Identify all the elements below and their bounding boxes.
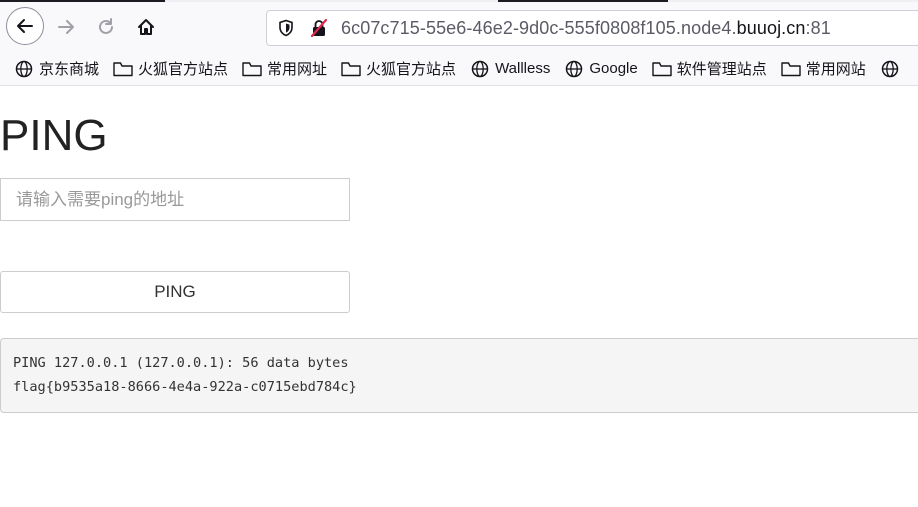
home-icon — [138, 19, 154, 35]
bookmark-label: 京东商城 — [39, 61, 100, 78]
ping-button[interactable]: PING — [0, 271, 350, 313]
bookmark-folder[interactable]: 常用网站 — [781, 58, 866, 79]
output-line: PING 127.0.0.1 (127.0.0.1): 56 data byte… — [13, 355, 349, 371]
bookmark-item[interactable]: Google — [564, 59, 638, 79]
bookmark-folder[interactable]: 软件管理站点 — [652, 58, 767, 79]
page-title: PING — [0, 111, 108, 160]
bookmark-item[interactable]: 京东商城 — [14, 58, 99, 79]
bookmark-item[interactable] — [880, 59, 905, 79]
globe-icon — [880, 59, 900, 79]
bookmark-item[interactable]: Wallless — [470, 59, 550, 79]
folder-icon — [341, 59, 361, 79]
bookmark-folder[interactable]: 常用网址 — [242, 58, 327, 79]
folder-icon — [652, 59, 672, 79]
arrow-left-icon — [17, 19, 33, 33]
bookmark-label: 常用网址 — [267, 61, 328, 78]
address-bar[interactable]: 6c07c715-55e6-46e2-9d0c-555f0808f105.nod… — [266, 10, 918, 46]
url-port: :81 — [805, 17, 831, 38]
arrow-right-icon — [58, 20, 74, 34]
bookmark-folder[interactable]: 火狐官方站点 — [113, 58, 228, 79]
bookmark-label: Wallless — [495, 60, 551, 77]
back-button[interactable] — [6, 7, 44, 45]
globe-icon — [564, 59, 584, 79]
folder-icon — [242, 59, 262, 79]
ping-output: PING 127.0.0.1 (127.0.0.1): 56 data byte… — [0, 338, 918, 413]
insecure-lock-icon[interactable] — [309, 18, 329, 38]
bookmark-label: Google — [589, 60, 638, 77]
url-prefix: 6c07c715-55e6-46e2-9d0c-555f0808f105.nod… — [341, 17, 737, 38]
url-domain: buuoj.cn — [736, 17, 806, 38]
bookmarks-toolbar: 京东商城 火狐官方站点 常用网址 火狐官方站点 Wallless Google — [0, 52, 918, 86]
bookmark-folder[interactable]: 火狐官方站点 — [341, 58, 456, 79]
home-button[interactable] — [129, 10, 163, 44]
page-content: PING PING PING 127.0.0.1 (127.0.0.1): 56… — [0, 111, 918, 413]
ping-address-input[interactable] — [0, 178, 350, 221]
output-line: flag{b9535a18-8666-4e4a-922a-c0715ebd784… — [13, 379, 357, 395]
navigation-toolbar: 6c07c715-55e6-46e2-9d0c-555f0808f105.nod… — [0, 2, 918, 52]
folder-icon — [781, 59, 801, 79]
bookmark-label: 火狐官方站点 — [366, 61, 457, 78]
forward-button[interactable] — [49, 10, 83, 44]
reload-button[interactable] — [89, 10, 123, 44]
bookmark-label: 火狐官方站点 — [138, 61, 229, 78]
bookmark-label: 软件管理站点 — [676, 61, 767, 78]
globe-icon — [470, 59, 490, 79]
globe-icon — [14, 59, 34, 79]
bookmark-label: 常用网站 — [805, 61, 866, 78]
url-text[interactable]: 6c07c715-55e6-46e2-9d0c-555f0808f105.nod… — [341, 18, 831, 39]
reload-icon — [99, 18, 113, 34]
folder-icon — [113, 59, 133, 79]
tracking-protection-shield-icon[interactable] — [277, 19, 295, 37]
